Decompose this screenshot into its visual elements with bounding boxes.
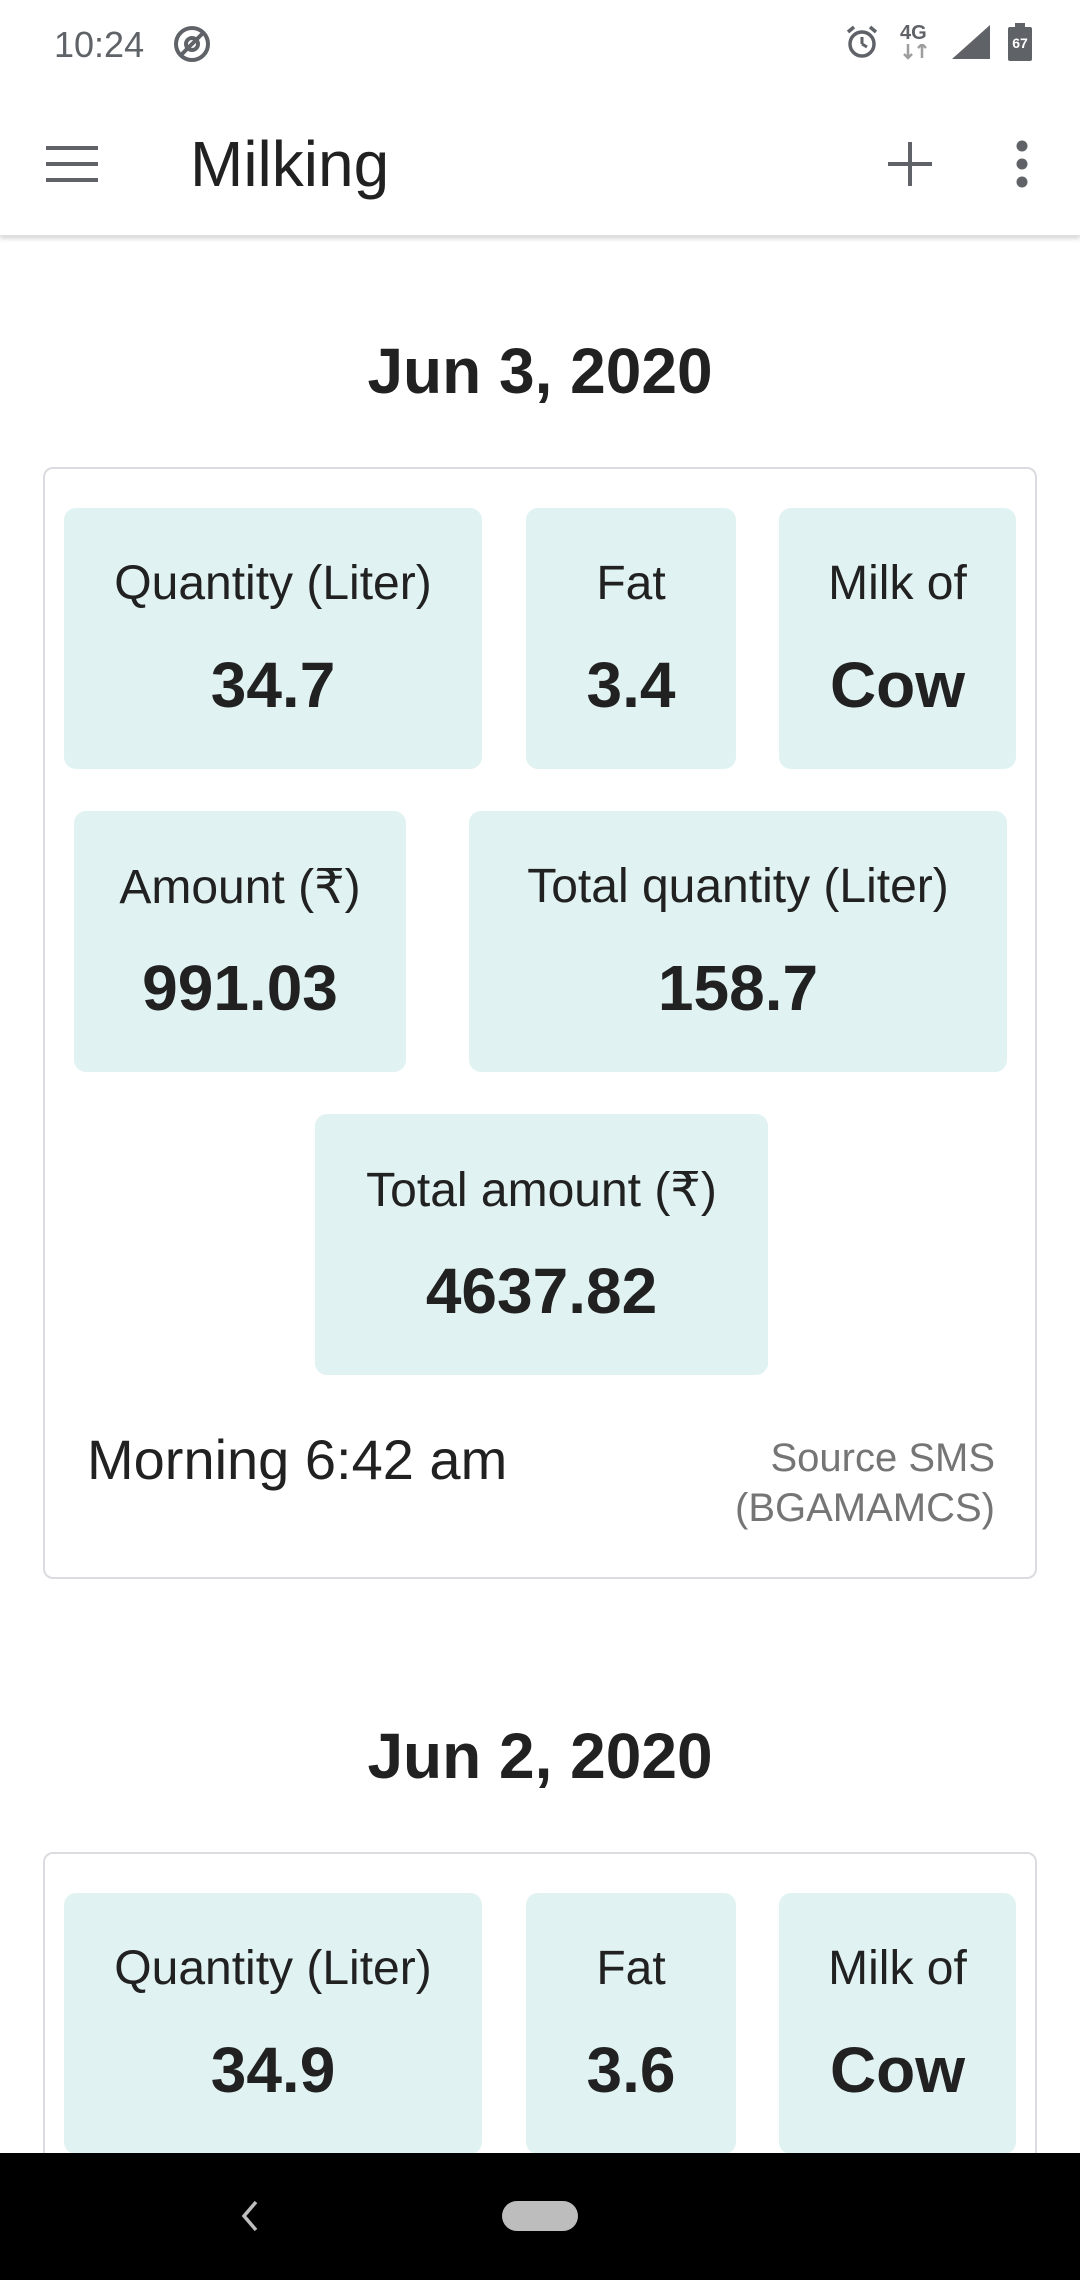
tile-label: Total amount (₹)	[366, 1164, 717, 1217]
at-sign-icon	[172, 24, 212, 64]
tile-value: Cow	[829, 649, 966, 721]
total-quantity-tile: Total quantity (Liter) 158.7	[469, 811, 1007, 1072]
hamburger-menu-icon	[46, 146, 98, 182]
milking-record-card[interactable]: Quantity (Liter) 34.7 Fat 3.4 Milk of Co…	[43, 467, 1037, 1579]
quantity-tile: Quantity (Liter) 34.7	[64, 508, 482, 769]
tile-value: 4637.82	[425, 1255, 658, 1327]
fat-tile: Fat 3.4	[526, 508, 736, 769]
date-heading: Jun 3, 2020	[367, 335, 713, 407]
signal-icon	[952, 25, 990, 59]
alarm-icon	[844, 24, 880, 60]
system-nav-bar	[0, 2153, 1080, 2280]
battery-level: 67	[1012, 35, 1028, 51]
more-options-button[interactable]	[986, 128, 1058, 200]
milking-record-card[interactable]: Quantity (Liter) 34.9 Fat 3.6 Milk of Co…	[43, 1852, 1037, 2153]
tile-value: 3.4	[586, 649, 676, 721]
battery-icon: 67	[1008, 23, 1032, 61]
network-4g-icon: 4G	[898, 22, 934, 62]
menu-button[interactable]	[36, 128, 108, 200]
fat-tile: Fat 3.6	[526, 1893, 736, 2153]
more-vert-icon	[1016, 140, 1028, 188]
status-time: 10:24	[54, 24, 145, 65]
back-button[interactable]	[220, 2183, 280, 2249]
tile-value: Cow	[829, 2034, 966, 2106]
app-bar: Milking	[0, 92, 1080, 236]
milk-of-tile: Milk of Cow	[779, 1893, 1016, 2153]
status-icons: 4G 67	[844, 22, 1032, 62]
page-title: Milking	[190, 128, 390, 200]
tile-label: Fat	[596, 557, 666, 610]
tile-value: 3.6	[586, 2034, 676, 2106]
network-label: 4G	[900, 22, 927, 44]
tile-label: Milk of	[828, 557, 967, 610]
tile-label: Fat	[596, 1942, 666, 1995]
add-button[interactable]	[874, 128, 946, 200]
source-label: Source SMS (BGAMAMCS)	[735, 1436, 995, 1530]
tile-value: 158.7	[657, 952, 819, 1024]
tile-label: Amount (₹)	[119, 861, 361, 914]
status-bar: 10:24 4G 67	[0, 0, 1080, 92]
quantity-tile: Quantity (Liter) 34.9	[64, 1893, 482, 2153]
date-heading: Jun 2, 2020	[367, 1720, 713, 1792]
tile-value: 34.7	[210, 649, 336, 721]
total-amount-tile: Total amount (₹) 4637.82	[315, 1114, 768, 1375]
milk-of-tile: Milk of Cow	[779, 508, 1016, 769]
amount-tile: Amount (₹) 991.03	[74, 811, 406, 1072]
session-time: Morning 6:42 am	[87, 1428, 508, 1491]
tile-value: 991.03	[142, 952, 338, 1024]
tile-label: Total quantity (Liter)	[527, 860, 949, 913]
tile-label: Milk of	[828, 1942, 967, 1995]
tile-value: 34.9	[210, 2034, 336, 2106]
back-icon	[241, 2200, 258, 2232]
tile-label: Quantity (Liter)	[114, 557, 432, 610]
milking-list[interactable]: Jun 3, 2020 Quantity (Liter) 34.7 Fat 3.…	[0, 237, 1080, 2153]
add-icon	[888, 142, 932, 186]
tile-label: Quantity (Liter)	[114, 1942, 432, 1995]
home-pill-icon[interactable]	[502, 2201, 578, 2231]
